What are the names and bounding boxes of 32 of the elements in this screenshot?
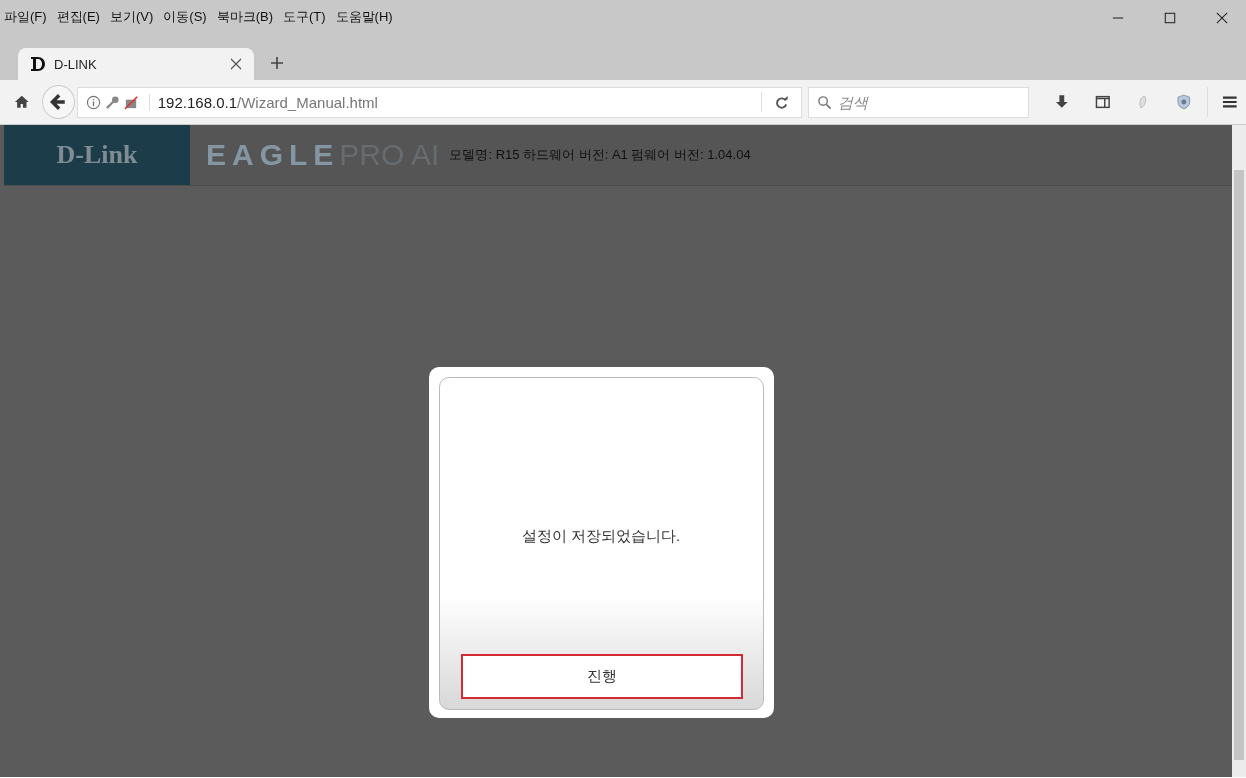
blocked-content-icon[interactable] <box>123 94 139 110</box>
menu-icon[interactable] <box>1222 94 1238 110</box>
shield-icon[interactable] <box>1175 94 1192 110</box>
dialog-message: 설정이 저장되었습니다. <box>520 525 682 546</box>
menu-item[interactable]: 편집(E) <box>56 8 100 26</box>
download-icon[interactable] <box>1054 94 1070 110</box>
new-tab-icon[interactable] <box>270 56 284 70</box>
menu-item[interactable]: 북마크(B) <box>216 8 273 26</box>
device-info: 모델명: R15 하드웨어 버전: A1 펌웨어 버전: 1.04.04 <box>449 146 751 164</box>
menu-item[interactable]: 파일(F) <box>4 8 47 26</box>
key-icon[interactable] <box>104 94 120 110</box>
menu-item[interactable]: 도움말(H) <box>335 8 393 26</box>
menu-item[interactable]: 도구(T) <box>283 8 326 26</box>
home-icon[interactable] <box>14 94 30 110</box>
reload-icon[interactable] <box>774 94 790 110</box>
menu-item[interactable]: 이동(S) <box>163 8 207 26</box>
brand-logo: D-Link <box>56 140 138 170</box>
info-icon[interactable] <box>85 94 101 110</box>
scrollbar-thumb[interactable] <box>1234 170 1244 760</box>
browser-tab[interactable]: D-LINK <box>18 48 254 80</box>
back-button[interactable] <box>41 85 75 119</box>
scrollbar[interactable] <box>1232 125 1246 777</box>
menu-item[interactable]: 보기(V) <box>109 8 154 26</box>
back-arrow-icon[interactable] <box>49 93 68 111</box>
search-icon <box>817 94 833 110</box>
product-name: EAGLE <box>206 138 340 172</box>
sidebar-icon[interactable] <box>1094 94 1111 110</box>
search-bar[interactable]: 검색 <box>808 86 1030 118</box>
favicon-icon <box>30 56 46 72</box>
search-field[interactable]: 검색 <box>836 92 1021 112</box>
close-tab-icon[interactable] <box>230 58 242 70</box>
continue-button[interactable]: 진행 <box>460 654 743 699</box>
